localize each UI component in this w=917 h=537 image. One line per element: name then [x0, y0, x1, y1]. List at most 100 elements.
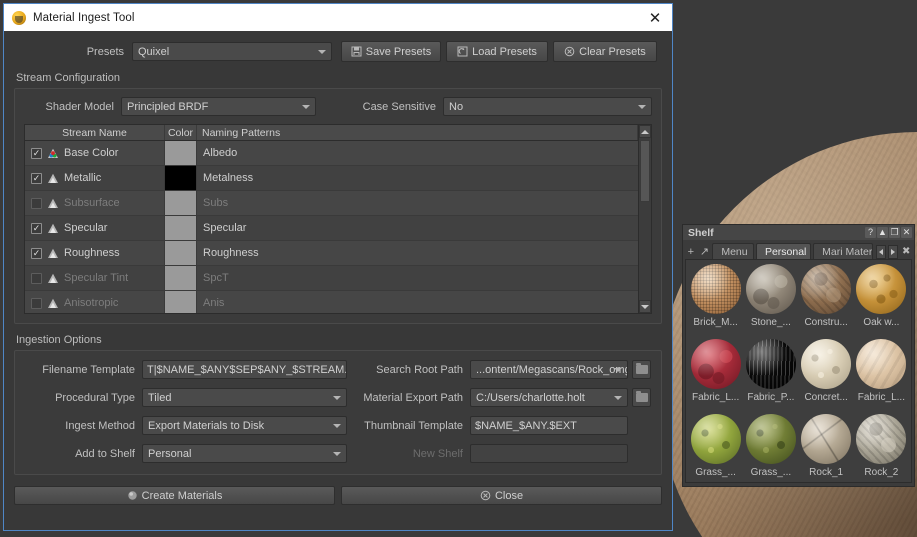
naming-pattern-cell[interactable]: Anis [197, 291, 638, 313]
mari-logo-icon [12, 11, 26, 25]
stream-table-scrollbar[interactable] [638, 125, 651, 313]
case-sensitive-combo[interactable]: No [443, 97, 652, 116]
shelf-thumbnail-item[interactable]: Fabric_L... [854, 339, 909, 414]
color-swatch[interactable] [165, 166, 196, 190]
stream-color-cell[interactable] [165, 166, 197, 190]
shelf-tab-mari-materials[interactable]: Mari Mater [813, 243, 873, 259]
stream-enable-checkbox[interactable]: ✓ [31, 248, 42, 259]
shelf-thumbnail-item[interactable]: Rock_2 [854, 414, 909, 483]
shelf-thumbnail-item[interactable]: Stone_... [743, 264, 798, 339]
search-root-path-combo[interactable]: ...ontent/Megascans/Rock_omgsn( [470, 360, 628, 379]
table-row[interactable]: Specular Tint SpcT [25, 266, 651, 291]
stream-color-cell[interactable] [165, 141, 197, 165]
chevron-down-icon [302, 105, 310, 109]
naming-pattern-cell[interactable]: Subs [197, 191, 638, 215]
stream-enable-checkbox[interactable] [31, 198, 42, 209]
table-row[interactable]: SubsurfaceSubs [25, 191, 651, 216]
save-presets-button[interactable]: Save Presets [341, 41, 441, 62]
table-row[interactable]: AnisotropicAnis [25, 291, 651, 313]
color-swatch[interactable] [165, 291, 196, 313]
dialog-titlebar: Material Ingest Tool ✕ [4, 4, 672, 31]
create-materials-button[interactable]: Create Materials [14, 486, 335, 505]
add-shelf-icon[interactable]: + [685, 244, 697, 259]
stream-enable-checkbox[interactable] [31, 273, 42, 284]
shelf-thumbnail-item[interactable]: Oak w... [854, 264, 909, 339]
shelf-thumbnail-item[interactable]: Grass_... [688, 414, 743, 483]
material-export-path-combo[interactable]: C:/Users/charlotte.holt [470, 388, 628, 407]
filename-template-input[interactable]: T|$NAME_$ANY$SEP$ANY_$STREAM.$EXT [142, 360, 347, 379]
shader-model-combo[interactable]: Principled BRDF [121, 97, 316, 116]
stream-name-label: Specular Tint [64, 272, 128, 284]
add-to-shelf-row: Add to Shelf Personal New Shelf [25, 444, 651, 463]
stream-enable-checkbox[interactable]: ✓ [31, 173, 42, 184]
tab-next-button[interactable] [888, 245, 898, 259]
stream-color-cell[interactable] [165, 266, 197, 290]
shelf-thumbnail-item[interactable]: Concret... [799, 339, 854, 414]
scrollbar-track[interactable] [639, 138, 651, 300]
material-export-path-value: C:/Users/charlotte.holt [476, 392, 585, 404]
stream-configuration-title: Stream Configuration [16, 72, 662, 84]
chevron-down-icon [614, 396, 622, 400]
add-to-shelf-combo[interactable]: Personal [142, 444, 347, 463]
color-swatch[interactable] [165, 191, 196, 215]
popout-shelf-icon[interactable]: ↗ [699, 244, 711, 259]
scroll-up-button[interactable] [639, 125, 651, 138]
material-export-path-browse-button[interactable] [632, 388, 651, 407]
stream-table-body: ✓Base ColorAlbedo✓MetallicMetalnessSubsu… [25, 141, 651, 313]
shelf-tab-menu[interactable]: Menu [712, 243, 754, 259]
stream-color-cell[interactable] [165, 216, 197, 240]
stream-color-cell[interactable] [165, 291, 197, 313]
shelf-thumbnail-item[interactable]: Fabric_L... [688, 339, 743, 414]
chevron-down-icon [614, 368, 622, 372]
shelf-thumbnail-item[interactable]: Fabric_P... [743, 339, 798, 414]
scrollbar-thumb[interactable] [640, 140, 650, 202]
chevron-down-icon [318, 50, 326, 54]
load-presets-label: Load Presets [472, 46, 537, 58]
stream-enable-checkbox[interactable] [31, 298, 42, 309]
presets-combo[interactable]: Quixel [132, 42, 332, 61]
color-swatch[interactable] [165, 266, 196, 290]
table-row[interactable]: ✓Base ColorAlbedo [25, 141, 651, 166]
close-icon[interactable]: ✕ [642, 6, 668, 30]
close-icon[interactable]: ✕ [901, 227, 912, 238]
material-name-label: Constru... [804, 317, 847, 328]
search-root-path-browse-button[interactable] [632, 360, 651, 379]
naming-pattern-cell[interactable]: Metalness [197, 166, 638, 190]
help-icon[interactable]: ? [865, 227, 876, 238]
thumbnail-template-input[interactable]: $NAME_$ANY.$EXT [470, 416, 628, 435]
tab-close-icon[interactable]: ✖ [900, 244, 912, 259]
close-button[interactable]: Close [341, 486, 662, 505]
procedural-type-combo[interactable]: Tiled [142, 388, 347, 407]
naming-pattern-cell[interactable]: Roughness [197, 241, 638, 265]
table-row[interactable]: ✓ Metallic Metalness [25, 166, 651, 191]
stream-enable-checkbox[interactable]: ✓ [31, 223, 42, 234]
clear-presets-button[interactable]: Clear Presets [553, 41, 657, 62]
shelf-thumbnail-grid: Brick_M...Stone_...Constru...Oak w...Fab… [685, 259, 912, 483]
stream-color-cell[interactable] [165, 241, 197, 265]
color-swatch[interactable] [165, 241, 196, 265]
color-swatch[interactable] [165, 216, 196, 240]
collapse-icon[interactable]: ▲ [877, 227, 888, 238]
tab-prev-button[interactable] [876, 245, 886, 259]
stream-name-label: Metallic [64, 172, 101, 184]
load-presets-button[interactable]: Load Presets [446, 41, 548, 62]
stream-enable-checkbox[interactable]: ✓ [31, 148, 42, 159]
shelf-thumbnail-item[interactable]: Rock_1 [799, 414, 854, 483]
shelf-tab-personal[interactable]: Personal [756, 243, 811, 259]
table-row[interactable]: ✓RoughnessRoughness [25, 241, 651, 266]
ingest-method-combo[interactable]: Export Materials to Disk [142, 416, 347, 435]
shelf-thumbnail-item[interactable]: Brick_M... [688, 264, 743, 339]
gray-cone-icon [47, 298, 59, 309]
shelf-thumbnail-item[interactable]: Constru... [799, 264, 854, 339]
scroll-down-button[interactable] [639, 300, 651, 313]
stream-color-cell[interactable] [165, 191, 197, 215]
naming-pattern-cell[interactable]: Specular [197, 216, 638, 240]
table-row[interactable]: ✓SpecularSpecular [25, 216, 651, 241]
naming-pattern-cell[interactable]: Albedo [197, 141, 638, 165]
shelf-thumbnail-item[interactable]: Grass_... [743, 414, 798, 483]
float-icon[interactable]: ❐ [889, 227, 900, 238]
color-swatch[interactable] [165, 141, 196, 165]
new-shelf-input [470, 444, 628, 463]
material-sphere-preview [691, 414, 741, 464]
naming-pattern-cell[interactable]: SpcT [197, 266, 638, 290]
